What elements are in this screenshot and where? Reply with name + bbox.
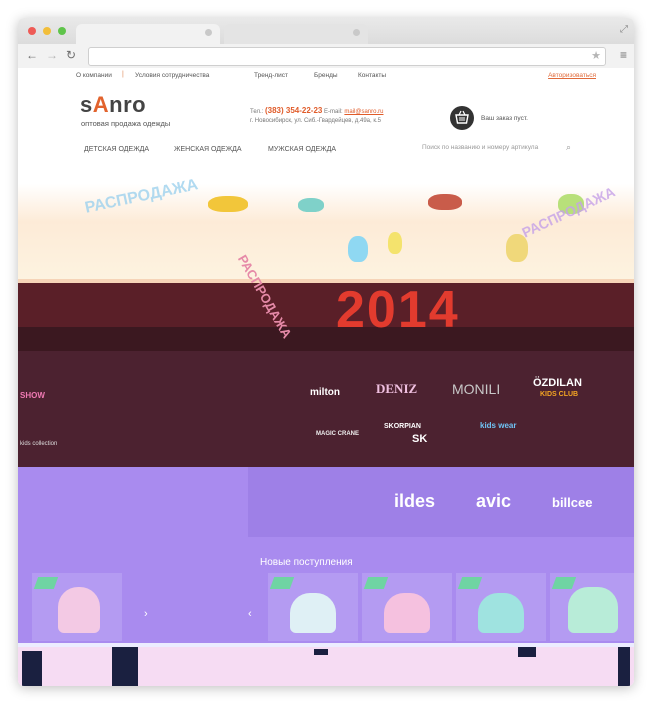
glitch-block — [22, 651, 42, 686]
brand-kids-wear[interactable]: kids wear — [480, 421, 516, 430]
brand-magic-crane[interactable]: MAGIC CRANE — [316, 431, 359, 437]
browser-tab-new[interactable] — [224, 24, 368, 44]
balloon-decoration — [388, 232, 402, 254]
balloon-decoration — [348, 236, 368, 262]
brand-milton[interactable]: milton — [310, 387, 340, 398]
new-badge — [363, 577, 389, 589]
brand-left-1[interactable]: SHOW — [20, 391, 45, 400]
brand-skorpian[interactable]: SKORPIAN — [384, 423, 421, 430]
back-arrow-icon[interactable]: ← — [26, 48, 38, 62]
cart-status: Ваш заказ пуст. — [481, 115, 528, 122]
glitch-block — [112, 647, 138, 686]
browser-titlebar: ⤢ — [18, 18, 634, 44]
new-badge — [33, 577, 59, 589]
brands-panel-lower: ildes avic billcee — [248, 467, 634, 537]
product-image — [478, 593, 524, 633]
browser-window: ⤢ ← → ↻ ★ ≡ О компании | Условия сотрудн… — [18, 18, 634, 686]
brand-billcee[interactable]: billcee — [552, 495, 592, 510]
nav-men-clothing[interactable]: МУЖСКАЯ ОДЕЖДА — [268, 146, 336, 153]
basket-icon — [455, 110, 469, 124]
brand-sk[interactable]: SK — [412, 433, 427, 445]
topbar-link-trend[interactable]: Тренд-лист — [254, 72, 288, 79]
minimize-window-button[interactable] — [43, 27, 51, 35]
forward-arrow-icon[interactable]: → — [46, 48, 58, 62]
new-badge — [457, 577, 483, 589]
address-text: г. Новосибирск, ул. Сиб.-Гвардейцев, д.4… — [250, 118, 381, 124]
brand-ildes[interactable]: ildes — [394, 491, 435, 512]
brand-monili[interactable]: MONILI — [452, 381, 500, 397]
topbar-link-brands[interactable]: Бренды — [314, 72, 338, 79]
product-image — [58, 587, 100, 633]
product-image — [384, 593, 430, 633]
product-card[interactable] — [362, 573, 452, 641]
close-window-button[interactable] — [28, 27, 36, 35]
magnifier-icon[interactable]: ⌕ — [566, 142, 571, 153]
balloon-decoration — [298, 198, 324, 212]
promo-banner-top[interactable]: РАСПРОДАЖА РАСПРОДАЖА — [18, 176, 634, 279]
login-link[interactable]: Авторизоваться — [548, 72, 596, 79]
brand-left-2[interactable]: kids collection — [20, 441, 57, 447]
product-card[interactable] — [268, 573, 358, 641]
hamburger-menu-icon[interactable]: ≡ — [620, 48, 627, 62]
site-logo[interactable]: sAnro — [80, 92, 146, 118]
glitch-strip — [18, 279, 634, 283]
separator: | — [122, 71, 124, 78]
maximize-window-button[interactable] — [58, 27, 66, 35]
glitch-block — [18, 643, 634, 647]
address-bar[interactable]: ★ — [88, 47, 606, 66]
topbar-link-contacts[interactable]: Контакты — [358, 72, 386, 79]
sale-text: РАСПРОДАЖА — [519, 183, 618, 241]
balloon-decoration — [208, 196, 248, 212]
phone-number[interactable]: (383) 354-22-23 — [265, 106, 322, 115]
brand-avic[interactable]: avic — [476, 491, 511, 512]
glitch-footer — [18, 643, 634, 686]
close-tab-icon[interactable] — [353, 29, 360, 36]
product-image — [568, 587, 618, 633]
brand-kids-club[interactable]: KIDS CLUB — [540, 391, 578, 398]
contact-phone-email: Тел.: (383) 354-22-23 E-mail: mail@sanro… — [250, 106, 384, 115]
glitch-block — [618, 647, 630, 686]
top-info-bar: О компании | Условия сотрудничества Трен… — [18, 68, 634, 84]
sale-text: РАСПРОДАЖА — [83, 176, 200, 217]
nav-women-clothing[interactable]: ЖЕНСКАЯ ОДЕЖДА — [174, 146, 242, 153]
browser-toolbar: ← → ↻ ★ ≡ — [18, 44, 634, 69]
product-card[interactable] — [456, 573, 546, 641]
glitch-block — [314, 649, 328, 655]
brand-ozdilan[interactable]: ÖZDILAN — [533, 377, 582, 389]
topbar-link-terms[interactable]: Условия сотрудничества — [135, 72, 209, 79]
banner-year: 2014 — [336, 281, 460, 339]
carousel-next-arrow[interactable]: › — [144, 608, 148, 620]
glitch-strip — [18, 327, 634, 351]
fullscreen-icon[interactable]: ⤢ — [620, 24, 628, 35]
email-link[interactable]: mail@sanro.ru — [344, 109, 383, 115]
browser-tab-active[interactable] — [76, 24, 220, 44]
reload-icon[interactable]: ↻ — [66, 48, 76, 62]
brands-panel: SHOW kids collection milton DENIZ MONILI… — [18, 351, 634, 467]
search-input[interactable]: Поиск по названию и номеру артикула — [422, 144, 582, 151]
brand-deniz[interactable]: DENIZ — [376, 381, 417, 397]
new-badge — [269, 577, 295, 589]
glitch-block — [518, 647, 536, 657]
cart-button[interactable] — [450, 106, 474, 130]
product-card[interactable] — [550, 573, 634, 641]
close-tab-icon[interactable] — [205, 29, 212, 36]
balloon-decoration — [428, 194, 462, 210]
website: О компании | Условия сотрудничества Трен… — [18, 68, 634, 686]
nav-kids-clothing[interactable]: ДЕТСКАЯ ОДЕЖДА — [84, 146, 149, 153]
promo-banner-year[interactable]: РАСПРОДАЖА — [18, 252, 634, 351]
carousel-prev-arrow[interactable]: ‹ — [248, 608, 252, 620]
new-badge — [551, 577, 577, 589]
bookmark-star-icon[interactable]: ★ — [591, 49, 601, 62]
logo-tagline: оптовая продажа одежды — [81, 119, 171, 128]
product-card[interactable] — [32, 573, 122, 641]
topbar-link-about[interactable]: О компании — [76, 72, 112, 79]
product-image — [290, 593, 336, 633]
new-arrivals-title: Новые поступления — [260, 557, 353, 568]
